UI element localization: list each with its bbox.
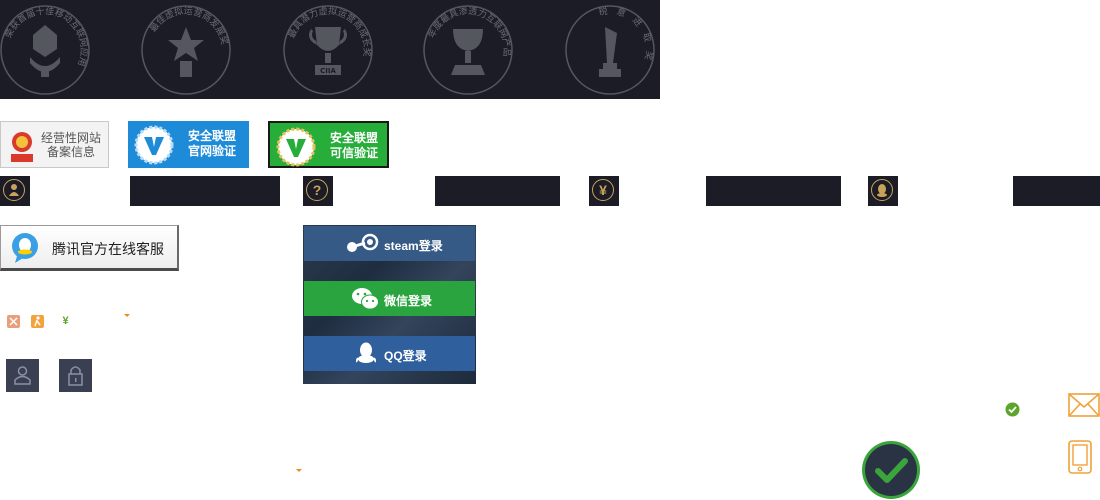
phone-icon[interactable] [1068,440,1092,474]
police-seal-icon [11,132,33,162]
star-trophy-icon [168,27,204,77]
steam-login-button[interactable]: steam登录 [304,226,475,261]
success-check-icon [862,441,920,499]
medal-icon [30,25,60,77]
dark-bar-1 [130,176,280,206]
tencent-service-label: 腾讯官方在线客服 [52,241,164,257]
third-party-login-panel: steam登录 微信登录 QQ登录 [303,225,476,384]
user-circle-icon[interactable] [0,176,30,206]
awards-banner: 荣获首届十佳移动互联网应用 最佳虚拟运营商发展奖 最具潜力虚拟运营商成长奖 CI… [0,0,660,99]
dark-bar-2 [435,176,560,206]
dark-bar-4 [1013,176,1100,206]
person-run-icon[interactable] [31,315,44,328]
lock-field-icon [59,359,92,392]
award-badge-4: 年度最具渗透力互联网产品 [423,5,513,95]
qq-circle-icon[interactable] [868,176,898,206]
qq-login-button[interactable]: QQ登录 [304,336,475,371]
trusted-verification-badge[interactable]: 安全联盟 可信验证 [268,121,389,168]
user-field-icon [6,359,39,392]
icp-filing-text: 经营性网站 备案信息 [40,131,101,159]
award-badge-1: 荣获首届十佳移动互联网应用 [0,5,90,95]
award-badge-2: 最佳虚拟运营商发展奖 [141,5,231,95]
steam-login-label: steam登录 [384,239,443,253]
dark-bar-3 [706,176,841,206]
wechat-icon [352,288,379,310]
steam-icon [347,233,379,252]
small-check-icon [1005,402,1020,417]
icp-filing-badge[interactable]: 经营性网站 备案信息 [0,121,109,168]
help-circle-icon[interactable]: ? [303,176,333,206]
qq-login-label: QQ登录 [384,349,427,363]
v-shield-icon [134,125,174,165]
dropdown-caret-icon-2[interactable] [296,469,302,472]
official-site-verification-badge[interactable]: 安全联盟 官网验证 [128,121,249,168]
wechat-login-button[interactable]: 微信登录 [304,281,475,316]
qq-chat-icon [12,233,38,263]
trusted-verification-text: 安全联盟 可信验证 [329,131,378,160]
yen-circle-icon[interactable]: ¥ [589,176,619,206]
ciia-logo: CIIA [320,67,336,75]
v-shield-icon [276,127,316,167]
award-badge-3: 最具潜力虚拟运营商成长奖 CIIA [283,5,373,95]
qq-penguin-icon [356,342,376,363]
wechat-login-label: 微信登录 [384,294,433,308]
rss-icon[interactable] [7,315,20,328]
crystal-trophy-icon [599,27,621,77]
goblet-trophy-icon [451,29,485,75]
mail-icon[interactable] [1068,392,1100,418]
award-badge-5: 锐意进取奖 [565,5,655,95]
dropdown-caret-icon[interactable] [124,314,130,317]
yen-small-icon[interactable]: ¥ [59,315,72,328]
official-verification-text: 安全联盟 官网验证 [187,129,236,158]
tencent-online-service-button[interactable]: 腾讯官方在线客服 [0,225,179,271]
